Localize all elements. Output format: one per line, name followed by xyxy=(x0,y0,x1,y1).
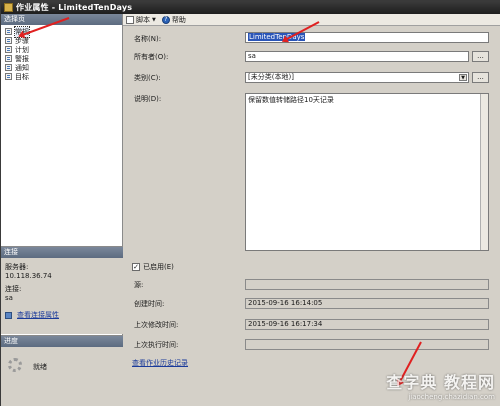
view-connection-properties-link[interactable]: 查看连接属性 xyxy=(1,310,123,320)
connection-value: sa xyxy=(5,294,13,302)
watermark-sub: jiaocheng.chazidian.com xyxy=(408,393,495,401)
modified-label: 上次修改时间: xyxy=(134,321,179,329)
server-value: 10.118.36.74 xyxy=(5,272,52,280)
created-label: 创建时间: xyxy=(134,300,165,308)
category-value: [未分类(本地)] xyxy=(248,73,294,81)
last-executed-label: 上次执行时间: xyxy=(134,341,179,349)
created-field: 2015-09-16 16:14:05 xyxy=(245,298,489,309)
page-icon xyxy=(5,46,12,53)
help-icon: ? xyxy=(161,15,170,24)
connection-header: 连接 xyxy=(1,247,123,258)
sidebar: 选择页 常规 步骤 计划 警报 通知 xyxy=(1,14,123,406)
title-bar: 作业属性 - LimitedTenDays xyxy=(1,1,500,14)
page-item-label: 目标 xyxy=(15,72,29,81)
description-label: 说明(D): xyxy=(134,95,162,103)
last-executed-field xyxy=(245,339,489,350)
name-label: 名称(N): xyxy=(134,35,162,43)
server-label: 服务器: xyxy=(5,263,29,271)
description-textarea[interactable]: 保留数值转储路径10天记录 xyxy=(245,93,489,251)
connection-panel: 连接 服务器: 10.118.36.74 连接: sa 查看连接属性 xyxy=(1,246,123,334)
description-value: 保留数值转储路径10天记录 xyxy=(248,96,334,104)
view-job-history-link[interactable]: 查看作业历史记录 xyxy=(132,358,188,368)
connection-label: 连接: xyxy=(5,285,22,293)
enabled-checkbox-row[interactable]: ✓ 已启用(E) xyxy=(132,262,174,272)
page-icon xyxy=(5,28,12,35)
enabled-label: 已启用(E) xyxy=(143,263,174,271)
chevron-down-icon: ▼ xyxy=(459,74,467,81)
page-icon xyxy=(5,37,12,44)
window-title: 作业属性 - LimitedTenDays xyxy=(16,3,133,12)
enabled-checkbox[interactable]: ✓ xyxy=(132,263,140,271)
owner-browse-button[interactable]: ... xyxy=(472,51,489,62)
page-icon xyxy=(5,73,12,80)
category-browse-button[interactable]: ... xyxy=(472,72,489,83)
main-panel: 脚本 ▼ ? 帮助 名称(N): LimitedTenDays 所有者(O): … xyxy=(123,14,500,406)
connection-properties-icon xyxy=(5,311,12,319)
page-item-targets[interactable]: 目标 xyxy=(3,72,120,81)
source-label: 源: xyxy=(134,281,144,289)
script-label: 脚本 xyxy=(136,15,150,24)
job-properties-window: 作业属性 - LimitedTenDays 选择页 常规 步骤 计划 警报 xyxy=(0,0,500,406)
page-list: 常规 步骤 计划 警报 通知 目标 xyxy=(1,25,122,243)
help-label: 帮助 xyxy=(171,15,186,24)
script-icon xyxy=(126,15,134,24)
progress-panel: 进度 就绪 xyxy=(1,335,123,406)
watermark-main: 查字典 教程网 xyxy=(386,373,495,392)
page-icon xyxy=(5,55,12,62)
owner-label: 所有者(O): xyxy=(134,53,169,61)
chevron-down-icon: ▼ xyxy=(152,16,156,23)
progress-header: 进度 xyxy=(1,336,123,347)
owner-input[interactable]: sa xyxy=(245,51,469,62)
description-scrollbar[interactable] xyxy=(480,94,488,250)
progress-spinner-icon xyxy=(8,358,22,372)
category-label: 类别(C): xyxy=(134,74,161,82)
watermark: 查字典 教程网 jiaocheng.chazidian.com xyxy=(386,369,495,401)
help-button[interactable]: ? 帮助 xyxy=(161,15,186,25)
category-select[interactable]: [未分类(本地)] ▼ xyxy=(245,72,469,83)
view-connection-properties-label: 查看连接属性 xyxy=(17,311,59,319)
modified-field: 2015-09-16 16:17:34 xyxy=(245,319,489,330)
progress-status: 就绪 xyxy=(33,363,47,371)
app-icon xyxy=(4,3,13,12)
source-field xyxy=(245,279,489,290)
script-button[interactable]: 脚本 ▼ xyxy=(126,15,156,25)
page-icon xyxy=(5,64,12,71)
